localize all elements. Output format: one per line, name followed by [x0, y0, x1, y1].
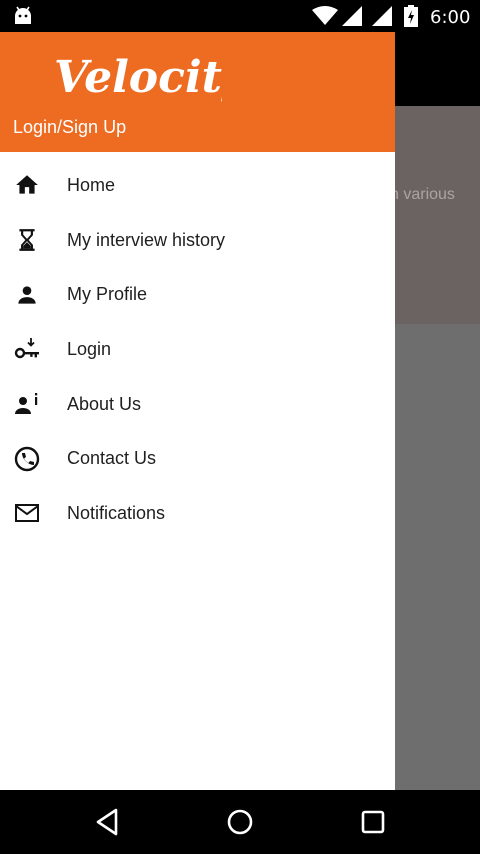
background-card-text: n various: [390, 186, 455, 203]
status-bar: 6:00: [0, 0, 480, 32]
menu-item-notifications[interactable]: Notifications: [0, 486, 395, 541]
wifi-icon: [312, 6, 338, 25]
person-icon: [14, 282, 40, 308]
android-icon: [15, 6, 31, 24]
menu-item-label: Notifications: [67, 502, 166, 523]
menu-item-my-profile[interactable]: My Profile: [0, 267, 395, 322]
phone-icon: [14, 446, 40, 472]
menu-item-label: About Us: [67, 393, 142, 414]
menu-item-home[interactable]: Home: [0, 158, 395, 213]
mail-icon: [14, 500, 40, 526]
signal-icon: [372, 6, 392, 26]
menu-item-label: My Profile: [67, 284, 148, 305]
system-nav-bar: [0, 790, 480, 854]
login-signup-link[interactable]: Login/Sign Up: [13, 117, 126, 138]
menu-item-label: Login: [67, 338, 112, 359]
signal-icon: [342, 6, 362, 26]
menu-item-interview-history[interactable]: My interview history: [0, 213, 395, 268]
status-clock: 6:00: [430, 7, 471, 28]
home-circle-icon[interactable]: [224, 806, 256, 838]
person-info-icon: [14, 391, 40, 417]
back-icon[interactable]: [92, 806, 124, 838]
battery-icon: [404, 5, 418, 27]
home-icon: [14, 172, 40, 198]
svg-text:Velocity: Velocity: [54, 52, 222, 103]
menu-item-login[interactable]: Login: [0, 322, 395, 377]
recents-icon[interactable]: [357, 806, 389, 838]
key-icon: [14, 336, 40, 362]
menu-item-label: Home: [67, 174, 116, 195]
hourglass-icon: [14, 227, 40, 253]
menu-item-label: My interview history: [67, 229, 226, 250]
drawer-menu: Home My interview history My Profile Log…: [0, 158, 395, 541]
menu-item-label: Contact Us: [67, 448, 157, 469]
navigation-drawer: Velocity Login/Sign Up Home My interview…: [0, 32, 395, 790]
velocity-logo: Velocity: [54, 52, 222, 103]
menu-item-about-us[interactable]: About Us: [0, 377, 395, 432]
menu-item-contact-us[interactable]: Contact Us: [0, 431, 395, 486]
drawer-header: Velocity Login/Sign Up: [0, 32, 395, 152]
